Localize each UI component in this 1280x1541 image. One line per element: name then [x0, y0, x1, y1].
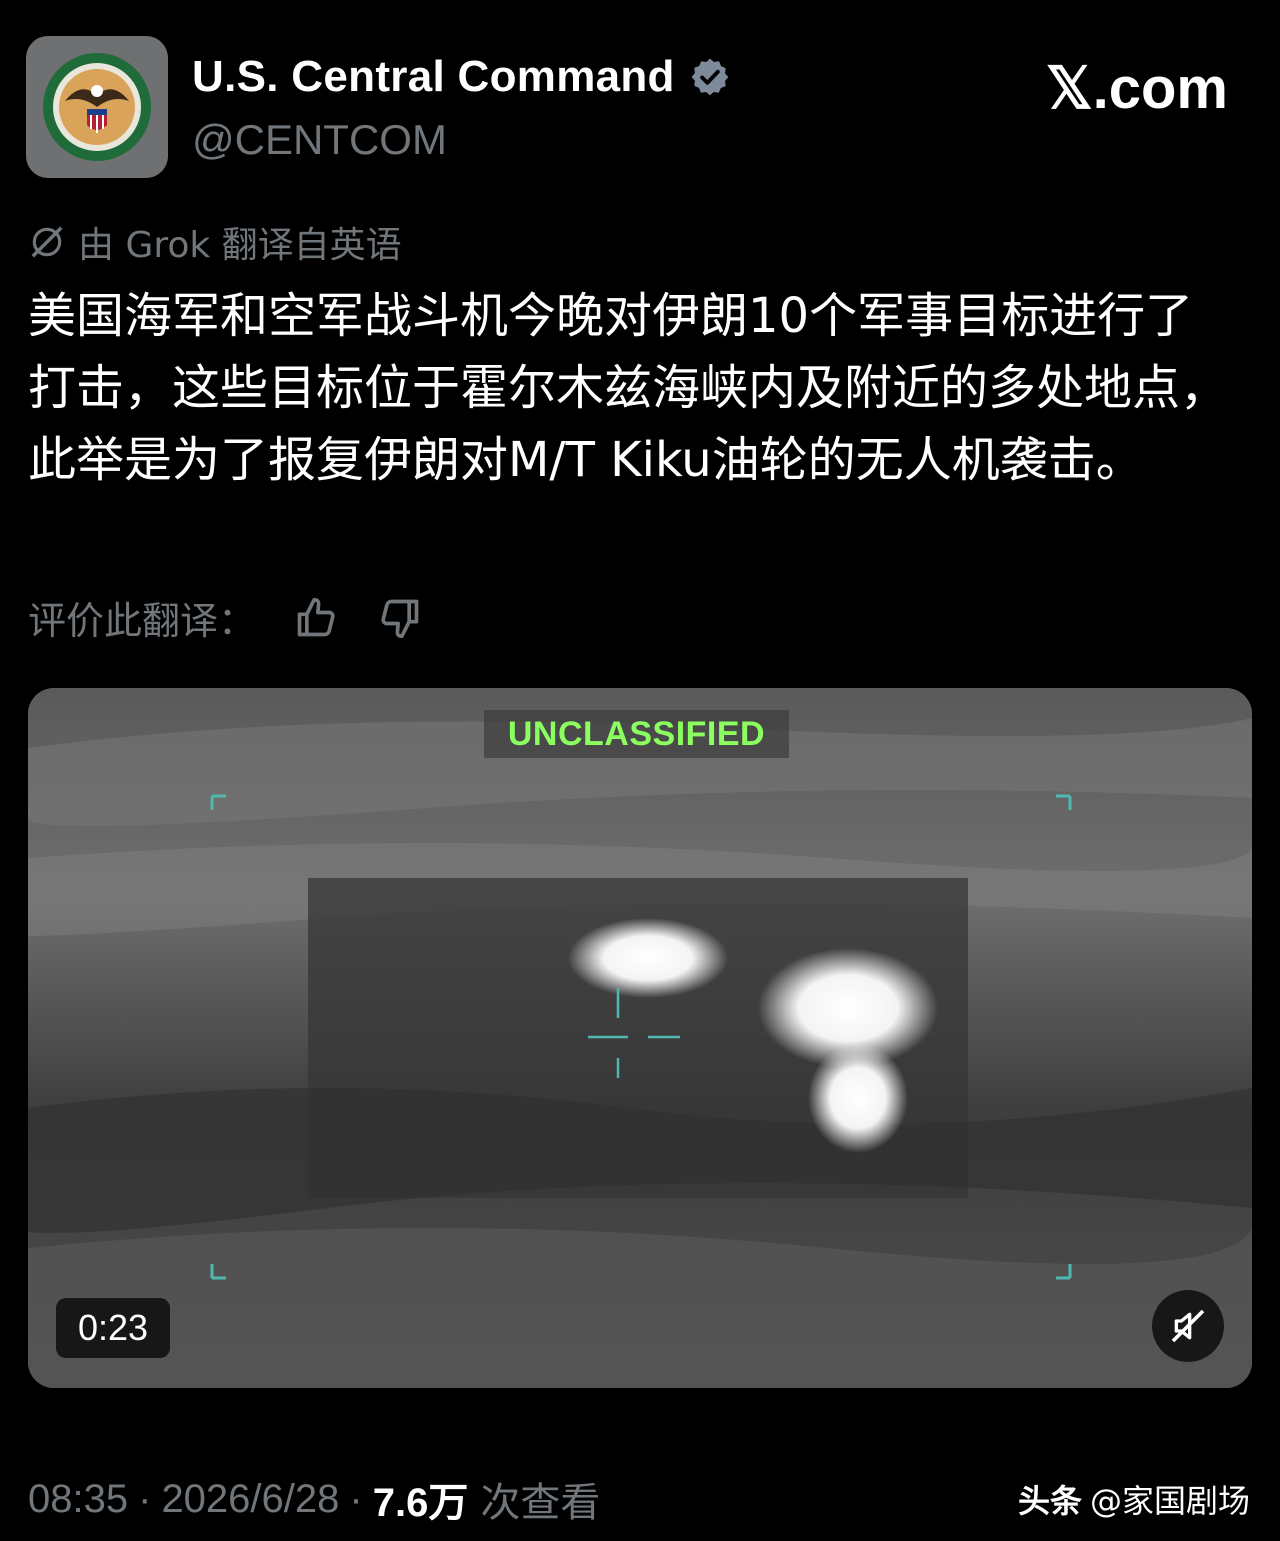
centcom-seal-icon	[43, 53, 151, 161]
video-player[interactable]	[28, 688, 1252, 1388]
tweet-date[interactable]: 2026/6/28	[161, 1477, 339, 1522]
dislike-translation-button[interactable]	[376, 594, 424, 642]
rate-translation-label: 评价此翻译：	[28, 599, 257, 643]
watermark-brand: 头条	[1017, 1482, 1082, 1520]
tweet-meta: 08:35 · 2026/6/28 · 7.6万 次查看	[28, 1470, 600, 1528]
grok-icon	[31, 226, 63, 258]
view-count: 7.6万	[372, 1481, 469, 1525]
tweet-header: U.S. Central Command @CENTCOM 𝕏.com	[26, 36, 1254, 178]
author-name[interactable]: U.S. Central Command	[192, 52, 675, 102]
author-handle[interactable]: @CENTCOM	[192, 116, 447, 164]
unclassified-overlay: UNCLASSIFIED	[484, 710, 789, 758]
site-label: 𝕏.com	[1045, 56, 1228, 121]
like-translation-button[interactable]	[292, 594, 340, 642]
mute-button[interactable]	[1152, 1290, 1224, 1362]
video-duration: 0:23	[56, 1298, 170, 1358]
speaker-muted-icon	[1171, 1309, 1205, 1343]
view-count-label: 次查看	[480, 1481, 601, 1525]
watermark-account: @家国剧场	[1089, 1482, 1250, 1520]
avatar[interactable]	[26, 36, 168, 178]
rate-translation: 评价此翻译：	[28, 590, 424, 645]
tweet-text: 美国海军和空军战斗机今晚对伊朗10个军事目标进行了打击，这些目标位于霍尔木兹海峡…	[28, 288, 1229, 488]
thumbs-up-icon	[297, 597, 335, 636]
translation-source-label: 由 Grok 翻译自英语	[78, 225, 402, 266]
thumbs-down-icon	[381, 599, 419, 638]
translation-source: 由 Grok 翻译自英语	[28, 216, 402, 268]
verified-badge-icon	[691, 58, 729, 96]
thermal-video-frame	[28, 688, 1252, 1388]
watermark: 头条 @家国剧场	[1018, 1476, 1250, 1522]
tweet-time[interactable]: 08:35	[28, 1477, 128, 1522]
